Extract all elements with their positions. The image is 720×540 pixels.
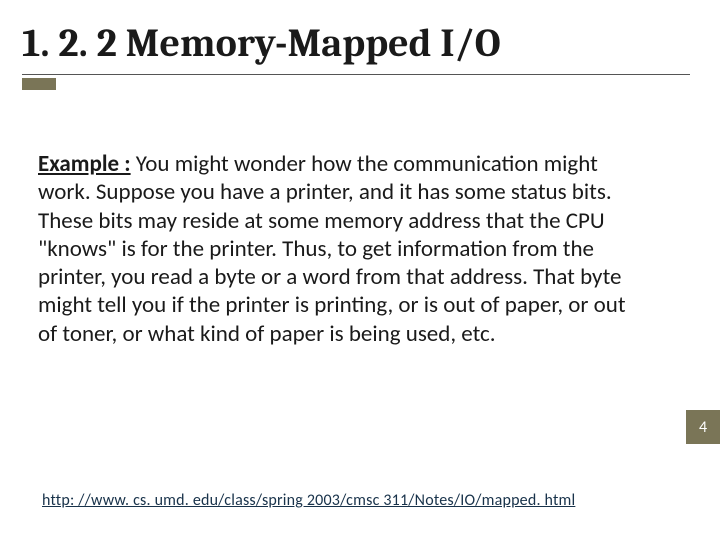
source-link[interactable]: http: //www. cs. umd. edu/class/spring 2… — [42, 491, 575, 510]
slide-title: 1. 2. 2 Memory-Mapped I/O — [22, 22, 690, 75]
example-label: Example : — [38, 150, 131, 178]
page-number: 4 — [699, 418, 707, 437]
slide: 1. 2. 2 Memory-Mapped I/O Example : You … — [0, 0, 720, 540]
body-text: You might wonder how the communication m… — [38, 150, 626, 348]
page-number-badge: 4 — [686, 410, 720, 444]
accent-decoration — [22, 78, 56, 90]
body-paragraph: Example : You might wonder how the commu… — [38, 150, 638, 348]
